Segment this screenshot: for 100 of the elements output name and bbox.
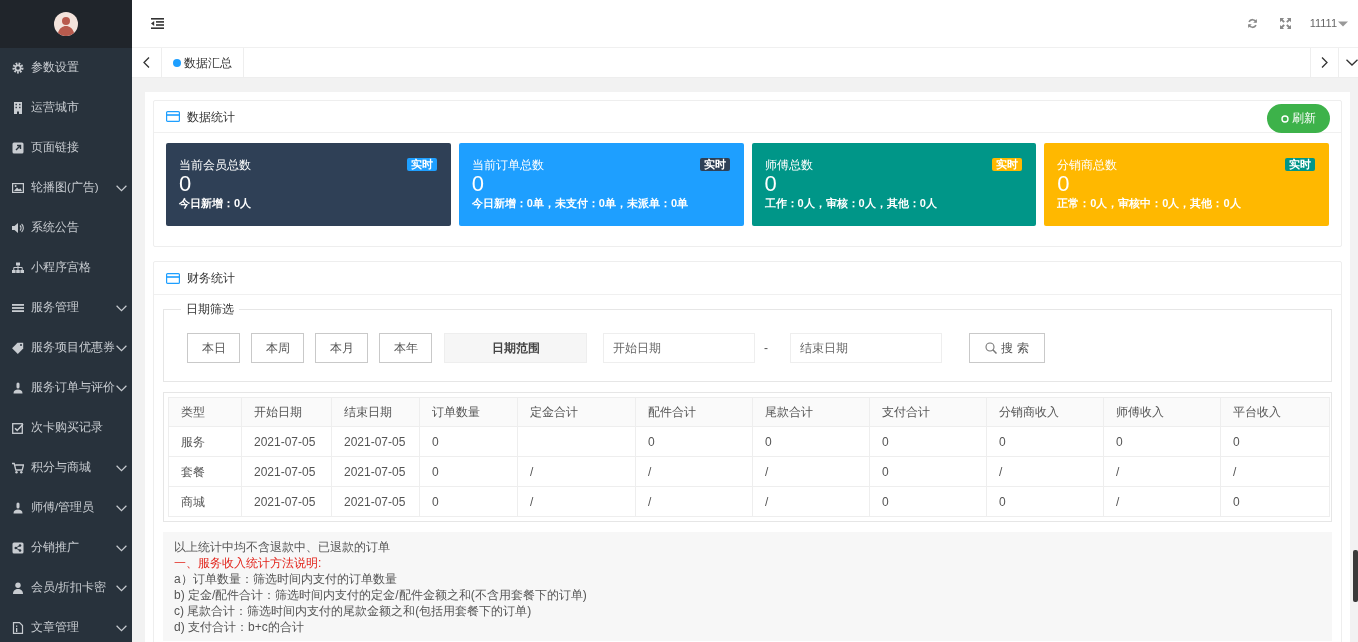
- table-cell: 2021-07-05: [331, 456, 420, 487]
- section-title: 财务统计: [187, 270, 235, 287]
- stat-title: 分销商总数: [1057, 158, 1118, 172]
- table-cell: 0: [869, 486, 987, 517]
- sidebar-item[interactable]: 参数设置: [0, 48, 132, 88]
- menu-icon[interactable]: [151, 18, 164, 29]
- table-cell: 0: [869, 456, 987, 487]
- notes-line: d) 支付合计：b+c的合计: [174, 619, 305, 635]
- column-header: 师傅收入: [1103, 397, 1221, 427]
- table-cell: 0: [986, 486, 1104, 517]
- table-cell: 服务: [168, 426, 242, 457]
- user-icon: [12, 582, 24, 594]
- user-menu[interactable]: 11111: [1309, 15, 1348, 32]
- date-range-label: 日期范围: [444, 333, 587, 363]
- live-badge: 实时: [992, 158, 1023, 171]
- avatar-icon[interactable]: [54, 12, 78, 36]
- table-cell: 0: [1103, 426, 1221, 457]
- page-tab[interactable]: 数据汇总: [162, 48, 244, 77]
- sidebar-item[interactable]: 积分与商城: [0, 448, 132, 488]
- gear-icon: [12, 62, 24, 74]
- sidebar-item[interactable]: 文章管理: [0, 608, 132, 642]
- stat-detail: 正常：0人，审核中：0人，其他：0人: [1057, 196, 1242, 210]
- filter-legend: 日期筛选: [181, 303, 239, 315]
- speaker-icon: [12, 222, 24, 234]
- table-cell: 0: [635, 426, 753, 457]
- sidebar-item[interactable]: 运营城市: [0, 88, 132, 128]
- table-cell: 0: [752, 426, 870, 457]
- notes-heading: 一、服务收入统计方法说明:: [174, 555, 323, 571]
- table-cell: 0: [419, 426, 518, 457]
- table-cell: 2021-07-05: [241, 456, 332, 487]
- sidebar-item[interactable]: 页面链接: [0, 128, 132, 168]
- table-cell: /: [1103, 456, 1221, 487]
- table-cell: /: [517, 456, 636, 487]
- table-cell: /: [1220, 456, 1330, 487]
- sidebar-item[interactable]: 分销推广: [0, 528, 132, 568]
- stat-title: 当前订单总数: [471, 158, 544, 172]
- sidebar-item[interactable]: 系统公告: [0, 208, 132, 248]
- period-button[interactable]: 本日: [187, 333, 240, 363]
- column-header: 配件合计: [635, 397, 753, 427]
- sidebar-item[interactable]: 会员/折扣卡密: [0, 568, 132, 608]
- section-title: 数据统计: [187, 108, 235, 126]
- column-header: 支付合计: [869, 397, 987, 427]
- card-icon: [166, 272, 180, 284]
- image-icon: [12, 182, 24, 194]
- search-icon: [985, 342, 998, 354]
- start-date-field[interactable]: 开始日期: [603, 333, 755, 363]
- live-badge: 实时: [406, 158, 437, 171]
- table-cell: 2021-07-05: [241, 426, 332, 457]
- table-cell: 2021-07-05: [241, 486, 332, 517]
- sidebar-item[interactable]: 轮播图(广告): [0, 168, 132, 208]
- table-cell: /: [517, 486, 636, 517]
- notes-line: 以上统计中均不含退款中、已退款的订单: [174, 539, 391, 555]
- period-button[interactable]: 本月: [315, 333, 368, 363]
- caret-down-icon: [1338, 20, 1348, 27]
- end-date-field[interactable]: 结束日期: [790, 333, 942, 363]
- table-cell: 2021-07-05: [331, 426, 420, 457]
- table-cell: 0: [1220, 486, 1330, 517]
- stat-detail: 工作：0人，审核：0人，其他：0人: [764, 196, 938, 210]
- stat-title: 师傅总数: [764, 158, 813, 172]
- sidebar-item[interactable]: 服务管理: [0, 288, 132, 328]
- sidebar-item[interactable]: 服务订单与评价: [0, 368, 132, 408]
- fullscreen-icon[interactable]: [1279, 18, 1291, 29]
- sidebar-item[interactable]: 小程序宫格: [0, 248, 132, 288]
- table-cell: /: [752, 486, 870, 517]
- table-cell: 0: [419, 456, 518, 487]
- tab-menu-button[interactable]: [1338, 48, 1358, 77]
- sitemap-icon: [12, 262, 24, 274]
- stat-value: 0: [179, 172, 193, 196]
- period-button[interactable]: 本年: [379, 333, 432, 363]
- sidebar-item[interactable]: 次卡购买记录: [0, 408, 132, 448]
- table-cell: 0: [1220, 426, 1330, 457]
- table-cell: 0: [986, 426, 1104, 457]
- sidebar-item[interactable]: 服务项目优惠券: [0, 328, 132, 368]
- stat-title: 当前会员总数: [179, 158, 251, 172]
- live-badge: 实时: [699, 158, 730, 171]
- chevron-down-icon: [1346, 59, 1358, 66]
- person-icon: [12, 382, 24, 394]
- link-square-icon: [12, 142, 24, 154]
- column-header: 平台收入: [1220, 397, 1330, 427]
- column-header: 开始日期: [241, 397, 332, 427]
- chevron-left-icon: [143, 57, 150, 68]
- table-cell: 0: [869, 426, 987, 457]
- table-cell: /: [635, 486, 753, 517]
- sidebar-item[interactable]: 师傅/管理员: [0, 488, 132, 528]
- stat-value: 0: [1057, 172, 1071, 196]
- period-button[interactable]: 本周: [251, 333, 304, 363]
- table-cell: 套餐: [168, 456, 242, 487]
- column-header: 定金合计: [517, 397, 636, 427]
- person-icon: [12, 502, 24, 514]
- search-button[interactable]: 搜 索: [969, 333, 1045, 363]
- share-square-icon: [12, 542, 24, 554]
- column-header: 订单数量: [419, 397, 518, 427]
- column-header: 尾款合计: [752, 397, 870, 427]
- scrollbar-thumb[interactable]: [1353, 550, 1358, 602]
- notes-line: b) 定金/配件合计：筛选时间内支付的定金/配件金额之和(不含用套餐下的订单): [174, 587, 588, 603]
- card-icon: [166, 111, 180, 122]
- live-badge: 实时: [1285, 158, 1315, 171]
- tag-icon: [12, 342, 24, 354]
- column-header: 分销商收入: [986, 397, 1104, 427]
- table-cell: /: [986, 456, 1104, 487]
